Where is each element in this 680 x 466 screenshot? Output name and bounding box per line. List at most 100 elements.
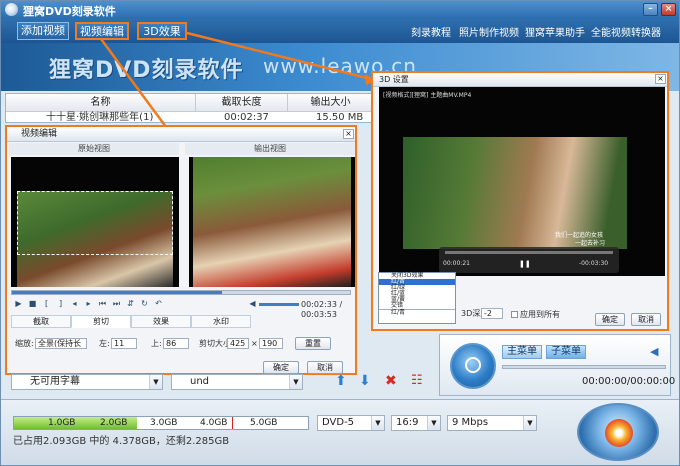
column-header-name[interactable]: 名称 [6,94,196,112]
window-title: 狸窝DVD刻录软件 [23,5,116,18]
stop-icon[interactable]: ■ [27,299,38,309]
undo-icon[interactable]: ↶ [153,299,164,309]
navigation-dpad[interactable] [450,343,496,389]
chevron-down-icon: ▼ [289,375,302,389]
subtitle-select[interactable]: 无可用字幕 ▼ [11,374,163,390]
rotate-icon[interactable]: ↻ [139,299,150,309]
reset-button[interactable]: 重置 [295,337,331,350]
3d-time-right: -00:03:30 [579,260,609,267]
output-frame [193,157,351,287]
crop-box[interactable] [17,191,173,255]
edit-dialog-title: 视频编辑 [7,127,355,142]
subtitle-value: 无可用字幕 [30,376,80,387]
3d-dialog-title: 3D 设置 [373,73,667,87]
volume-icon[interactable]: ◀ [650,345,658,358]
disc-type-value: DVD-5 [322,417,355,428]
mark-start-icon[interactable]: [ [41,299,52,309]
main-menu-tab[interactable]: 主菜单 [502,345,542,359]
times-sign: × [251,339,258,348]
zoom-select[interactable]: 全景(保持长 [35,338,87,349]
prev-frame-icon[interactable]: ◂ [69,299,80,309]
tab-add-video[interactable]: 添加视频 [17,22,69,40]
3d-pause-icon[interactable]: ❚❚ [519,259,531,269]
flip-vertical-icon[interactable]: ⇵ [125,299,136,309]
close-button[interactable]: × [661,3,676,16]
output-preview [189,157,355,287]
aspect-select[interactable]: 16:9 ▼ [391,415,441,431]
skip-start-icon[interactable]: ⏮ [97,299,108,309]
tab-watermark[interactable]: 水印 [191,315,251,328]
3d-depth-input[interactable]: -2 [481,308,503,319]
audio-select[interactable]: und ▼ [171,374,303,390]
tab-effect[interactable]: 效果 [131,315,191,328]
capacity-limit-marker [232,417,233,429]
disc-type-select[interactable]: DVD-5 ▼ [317,415,385,431]
3d-cancel-button[interactable]: 取消 [631,313,661,326]
capacity-tick-label: 5.0GB [250,418,278,428]
capacity-tick-label: 4.0GB [200,418,228,428]
move-up-icon[interactable]: ⬆ [335,373,347,389]
edit-dialog-close-icon[interactable]: × [343,129,354,139]
tab-trim[interactable]: 截取 [11,315,71,328]
column-header-size[interactable]: 输出大小 [288,94,374,112]
left-input[interactable]: 11 [111,338,137,349]
3d-ok-button[interactable]: 确定 [595,313,625,326]
app-logo-icon [5,3,18,16]
burn-button[interactable] [577,403,659,461]
next-frame-icon[interactable]: ▸ [83,299,94,309]
volume-icon[interactable]: ◀ [247,299,258,309]
bitrate-select[interactable]: 9 Mbps ▼ [447,415,537,431]
skip-end-icon[interactable]: ⏭ [111,299,122,309]
mark-end-icon[interactable]: ] [55,299,66,309]
crop-width-input[interactable]: 425 [227,338,249,349]
3d-time-left: 00:00:21 [443,260,470,267]
link-photo-video[interactable]: 照片制作视频 [459,24,519,39]
chevron-down-icon: ▼ [523,416,536,430]
menu-bar: 添加视频 视频编辑 3D效果 刻录教程 照片制作视频 狸窝苹果助手 全能视频转换… [1,19,679,43]
volume-slider[interactable] [259,303,299,306]
delete-icon[interactable]: ✖ [385,373,397,389]
3d-file-label: [视频格式][狸窝] 主题曲MV.MP4 [383,92,472,99]
menu-player-panel: 主菜单 子菜单 ◀ 00:00:00/00:00:00 [439,334,675,396]
original-preview [11,157,179,287]
3d-mode-selected[interactable]: 红/青 [379,309,455,316]
app-window: 狸窝DVD刻录软件 – × 添加视频 视频编辑 3D效果 刻录教程 照片制作视频… [0,0,680,466]
3d-mode-dropdown[interactable]: 关闭3D效果 红/青 红/绿 红/蓝 蓝/黄 交错 红/青 [378,272,456,324]
file-name[interactable]: 十十星·姚创琳那些年(1) [46,113,153,123]
3d-seek-slider[interactable] [445,251,613,254]
player-time: 00:00:00/00:00:00 [582,376,676,387]
sub-menu-tab[interactable]: 子菜单 [546,345,586,359]
tab-crop[interactable]: 剪切 [71,315,131,328]
crop-height-input[interactable]: 190 [259,338,283,349]
tab-3d-effect[interactable]: 3D效果 [137,22,187,40]
enter-icon[interactable] [465,357,481,373]
move-down-icon[interactable]: ⬇ [359,373,371,389]
video-edit-dialog: 视频编辑 × 原始视图 输出视图 ▶ ■ [ ] ◂ ▸ ⏮ ⏭ ⇵ ↻ ↶ ◀… [5,125,357,375]
top-input[interactable]: 86 [163,338,189,349]
top-label: 上: [151,339,162,348]
link-apple-helper[interactable]: 狸窝苹果助手 [525,24,585,39]
minimize-button[interactable]: – [643,3,658,16]
edit-time: 00:02:33 / 00:03:53 [301,300,343,319]
aspect-value: 16:9 [396,417,419,428]
timeline-slider[interactable] [11,290,351,295]
burn-disc-icon [605,419,633,447]
apply-all-checkbox[interactable] [511,311,518,318]
apply-all-label: 应用到所有 [520,310,560,319]
clear-list-icon[interactable]: ☷ [411,373,423,388]
audio-value: und [190,376,210,387]
capacity-tick-label: 2.0GB [100,418,128,428]
capacity-tick-label: 3.0GB [150,418,178,428]
chevron-down-icon: ▼ [371,416,384,430]
link-burn-tutorial[interactable]: 刻录教程 [411,24,451,39]
bitrate-value: 9 Mbps [452,417,489,428]
disc-capacity-bar: 1.0GB 2.0GB 3.0GB 4.0GB 5.0GB [13,416,309,430]
play-icon[interactable]: ▶ [13,299,24,309]
column-header-length[interactable]: 截取长度 [196,94,288,112]
original-view-label: 原始视图 [9,143,179,155]
chevron-down-icon: ▼ [427,416,440,430]
link-video-converter[interactable]: 全能视频转换器 [591,24,661,39]
tab-video-edit[interactable]: 视频编辑 [75,22,129,40]
player-seek-slider[interactable] [502,365,666,369]
3d-dialog-close-icon[interactable]: × [655,74,666,84]
